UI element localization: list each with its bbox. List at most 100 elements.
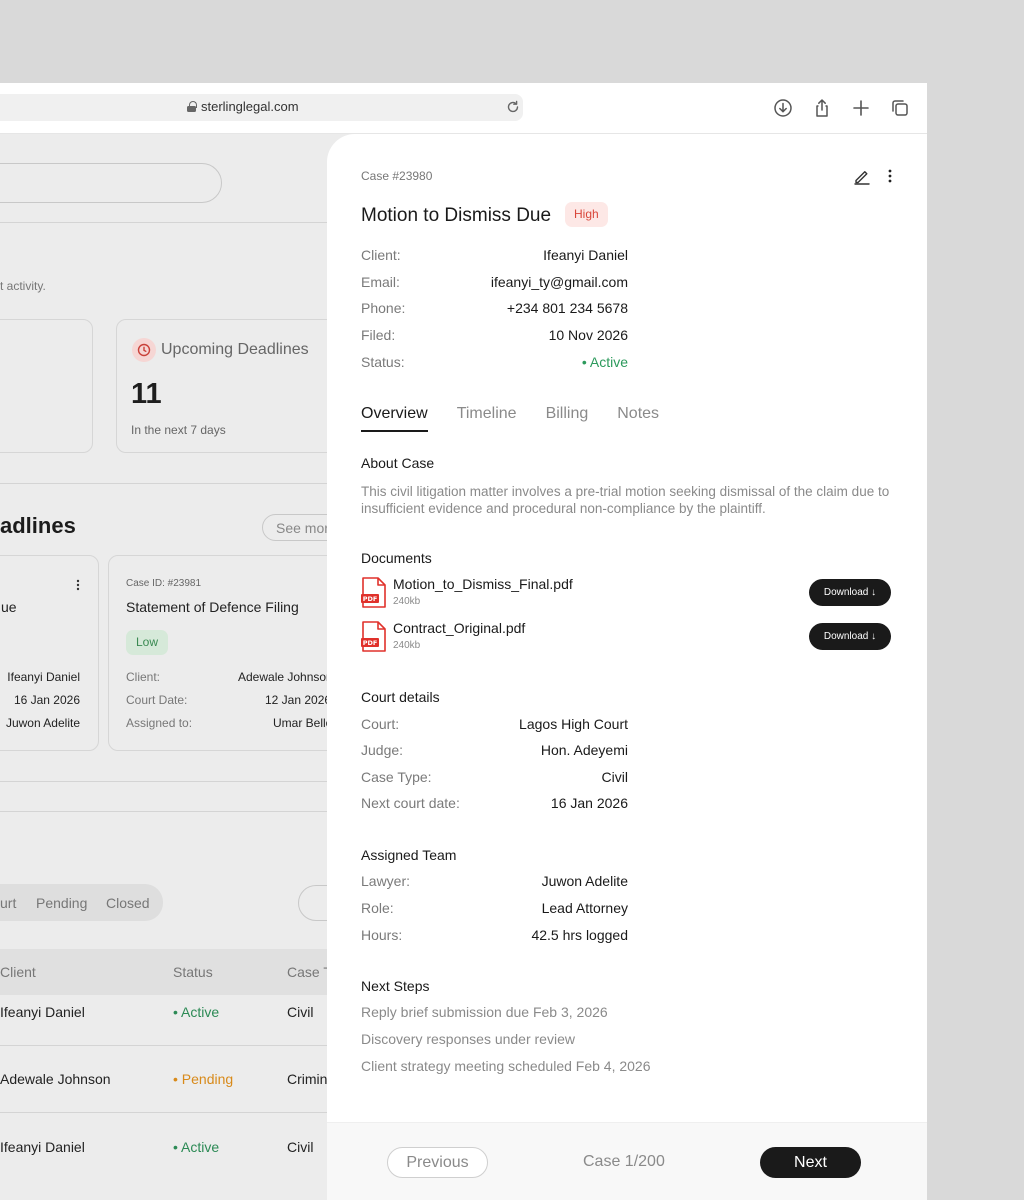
priority-badge: High bbox=[565, 202, 608, 227]
document-size: 240kb bbox=[393, 596, 421, 607]
detail-label: Phone: bbox=[361, 300, 406, 316]
document-size: 240kb bbox=[393, 640, 421, 651]
tab-notes[interactable]: Notes bbox=[617, 405, 659, 432]
about-heading: About Case bbox=[361, 455, 435, 471]
next-button[interactable]: Next bbox=[760, 1147, 861, 1178]
stat-card-note: In the next 7 days bbox=[131, 423, 226, 437]
column-header: Status bbox=[173, 964, 213, 980]
clock-alert-icon bbox=[132, 338, 156, 362]
divider bbox=[0, 483, 340, 484]
filter-tab-pending[interactable]: Pending bbox=[36, 895, 87, 911]
detail-label: Status: bbox=[361, 354, 405, 370]
deadline-card-label: Assigned to: bbox=[126, 716, 193, 730]
next-steps-heading: Next Steps bbox=[361, 978, 430, 994]
tabs-overview-icon[interactable] bbox=[890, 98, 910, 118]
tab-timeline[interactable]: Timeline bbox=[457, 405, 517, 432]
arrow-down-icon: ↓ bbox=[871, 587, 877, 598]
stat-card-deadlines: Upcoming Deadlines 11 In the next 7 days bbox=[116, 319, 356, 453]
client-email: ifeanyi_ty@gmail.com bbox=[490, 274, 628, 290]
download-icon[interactable] bbox=[773, 98, 793, 118]
deadline-card-date: 16 Jan 2026 bbox=[13, 693, 80, 707]
next-court-date: 16 Jan 2026 bbox=[550, 795, 628, 811]
hours-logged: 42.5 hrs logged bbox=[531, 927, 628, 943]
team-label: Hours: bbox=[361, 927, 403, 943]
deadline-card-client: Adewale Johnson bbox=[238, 670, 333, 684]
divider bbox=[0, 781, 340, 782]
deadline-card[interactable]: ue Ifeanyi Daniel 16 Jan 2026 Juwon Adel… bbox=[0, 555, 99, 751]
download-button[interactable]: Download ↓ bbox=[809, 579, 891, 606]
row-status: • Pending bbox=[173, 1071, 234, 1087]
next-step-item: Client strategy meeting scheduled Feb 4,… bbox=[361, 1058, 651, 1074]
row-type: Civil bbox=[287, 1004, 314, 1020]
filter-tab[interactable]: urt bbox=[0, 895, 16, 911]
tab-overview[interactable]: Overview bbox=[361, 405, 428, 432]
filter-tab-closed[interactable]: Closed bbox=[106, 895, 150, 911]
about-text: This civil litigation matter involves a … bbox=[361, 484, 890, 516]
deadline-card-client: Ifeanyi Daniel bbox=[7, 670, 80, 684]
dashboard-subtitle: t activity. bbox=[0, 279, 46, 293]
divider bbox=[0, 1045, 340, 1046]
row-client: Adewale Johnson bbox=[0, 1071, 111, 1087]
more-vertical-icon[interactable] bbox=[888, 169, 892, 183]
document-row: PDF Motion_to_Dismiss_Final.pdf 240kb Do… bbox=[361, 576, 893, 610]
share-icon[interactable] bbox=[812, 98, 832, 118]
court-label: Judge: bbox=[361, 742, 404, 758]
deadline-card-label: Client: bbox=[126, 670, 161, 684]
tab-billing[interactable]: Billing bbox=[546, 405, 589, 432]
document-row: PDF Contract_Original.pdf 240kb Download… bbox=[361, 620, 893, 654]
team-label: Role: bbox=[361, 900, 394, 916]
court-details-heading: Court details bbox=[361, 689, 440, 705]
browser-window: sterlinglegal.com t activity. Upcoming D… bbox=[0, 83, 927, 1200]
divider bbox=[0, 1112, 340, 1113]
download-button[interactable]: Download ↓ bbox=[809, 623, 891, 650]
deadline-card[interactable]: Case ID: #23981 Statement of Defence Fil… bbox=[108, 555, 348, 751]
deadlines-heading: adlines bbox=[0, 513, 76, 538]
row-type: Civil bbox=[287, 1139, 314, 1155]
row-type: Crimin bbox=[287, 1071, 328, 1087]
deadline-card-title: Statement of Defence Filing bbox=[126, 599, 299, 615]
svg-text:PDF: PDF bbox=[363, 639, 378, 647]
row-status: • Active bbox=[173, 1139, 220, 1155]
panel-footer: Previous Case 1/200 Next bbox=[327, 1122, 927, 1200]
pdf-icon: PDF bbox=[361, 621, 386, 652]
deadline-card-label: Court Date: bbox=[126, 693, 188, 707]
judge-name: Hon. Adeyemi bbox=[540, 742, 628, 758]
new-tab-icon[interactable] bbox=[851, 98, 871, 118]
table-header: Client Status Case T bbox=[0, 949, 340, 995]
deadline-card-id: Case ID: #23981 bbox=[126, 578, 202, 589]
column-header: Client bbox=[0, 964, 36, 980]
address-bar[interactable]: sterlinglegal.com bbox=[0, 94, 523, 121]
lawyer-name: Juwon Adelite bbox=[541, 873, 628, 889]
case-detail-panel: Case #23980 Motion to Dismiss Due High C… bbox=[327, 134, 927, 1200]
svg-text:PDF: PDF bbox=[363, 595, 378, 603]
document-name[interactable]: Contract_Original.pdf bbox=[393, 620, 525, 636]
client-phone: +234 801 234 5678 bbox=[506, 300, 628, 316]
previous-button[interactable]: Previous bbox=[387, 1147, 488, 1178]
case-title: Motion to Dismiss Due bbox=[361, 205, 552, 226]
next-step-item: Reply brief submission due Feb 3, 2026 bbox=[361, 1004, 608, 1020]
browser-toolbar: sterlinglegal.com bbox=[0, 83, 927, 134]
detail-label: Filed: bbox=[361, 327, 396, 343]
court-name: Lagos High Court bbox=[519, 716, 628, 732]
reload-icon[interactable] bbox=[505, 99, 521, 115]
lawyer-role: Lead Attorney bbox=[541, 900, 628, 916]
court-label: Case Type: bbox=[361, 769, 432, 785]
document-name[interactable]: Motion_to_Dismiss_Final.pdf bbox=[393, 576, 573, 592]
deadline-card-title: ue bbox=[1, 599, 17, 615]
detail-label: Client: bbox=[361, 247, 401, 263]
row-status: • Active bbox=[173, 1004, 220, 1020]
dashboard-search-input[interactable] bbox=[0, 163, 222, 203]
priority-badge: Low bbox=[126, 630, 169, 655]
case-id: Case #23980 bbox=[361, 169, 433, 183]
case-type: Civil bbox=[601, 769, 628, 785]
deadline-card-assigned: Juwon Adelite bbox=[5, 716, 80, 730]
deadline-card-date: 12 Jan 2026 bbox=[265, 693, 332, 707]
edit-icon[interactable] bbox=[853, 167, 871, 185]
team-heading: Assigned Team bbox=[361, 847, 457, 863]
row-client: Ifeanyi Daniel bbox=[0, 1139, 85, 1155]
case-filter-tabs: urt Pending Closed bbox=[0, 884, 163, 921]
arrow-down-icon: ↓ bbox=[871, 631, 877, 642]
more-vertical-icon[interactable] bbox=[76, 579, 80, 591]
detail-label: Email: bbox=[361, 274, 400, 290]
url-text[interactable]: sterlinglegal.com bbox=[201, 99, 299, 114]
